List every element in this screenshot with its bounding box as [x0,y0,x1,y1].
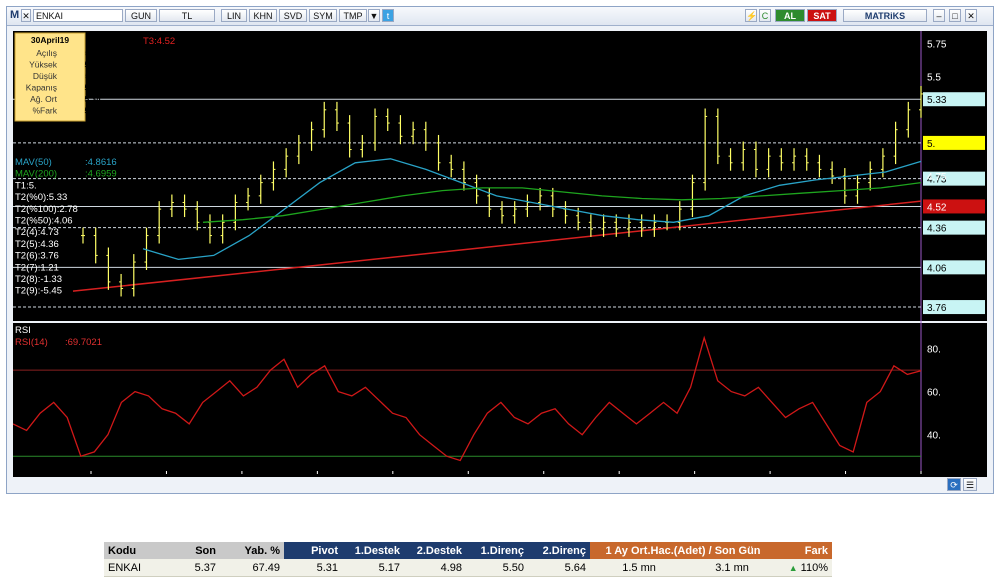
indicator-label: T2(7):1.21 [15,262,59,273]
indicator-value: :4.6959 [85,169,117,180]
rsi-tick-label: 80. [927,345,941,356]
brand-logo: MATRiKS [843,9,927,22]
cell-fark: ▲ 110% [776,559,832,577]
lightning-icon[interactable]: ⚡ [745,9,757,22]
level-label: 4.36 [927,224,947,235]
period-button[interactable]: GUN [125,9,157,22]
indicator-label: T2(%50):4.06 [15,216,73,227]
header-kodu: Kodu [104,542,168,559]
refresh-icon[interactable]: C [759,9,771,22]
cell-yab: 67.49 [220,559,284,577]
sell-button[interactable]: SAT [807,9,837,22]
cell-destek2: 4.98 [404,559,466,577]
indicator-label: MAV(200) [15,169,57,180]
indicator-value: :4.8616 [85,157,117,168]
header-destek2: 2.Destek [404,542,466,559]
dropdown-arrow-icon[interactable]: ▼ [368,9,380,22]
chart-area: 5.335.4.734.524.364.063.765.755.54.75MAV… [13,31,987,479]
maximize-icon[interactable]: □ [949,9,961,22]
symbol-input[interactable]: ENKAI [33,9,123,22]
cell-direnc2: 5.64 [528,559,590,577]
info-box-label: Kapanış [26,83,57,93]
header-yab: Yab. % [220,542,284,559]
scroll-icon[interactable]: ⟳ [947,478,961,491]
currency-button[interactable]: TL [159,9,215,22]
cell-son: 5.37 [168,559,220,577]
cell-last-volume: 3.1 mn [688,559,776,577]
level-label: 3.76 [927,303,947,314]
info-box-value: 5.44 [84,60,101,70]
price-tick-label: 4.75 [927,172,947,183]
lin-button[interactable]: LIN [221,9,247,22]
price-panel-bg [13,31,921,321]
indicator-label: T2(%100):2.78 [15,204,78,215]
chart-settings-icon[interactable]: ☰ [963,478,977,491]
buy-button[interactable]: AL [775,9,805,22]
rsi-series-label: RSI(14) [15,337,48,348]
cell-pivot: 5.31 [284,559,342,577]
minimize-icon[interactable]: – [933,9,945,22]
header-destek1: 1.Destek [342,542,404,559]
level-label: 4.52 [927,202,947,213]
indicator-label: T2(5):4.36 [15,239,59,250]
info-box-value: 5.37 [84,83,101,93]
cell-fark-value: 110% [800,561,828,574]
svd-button[interactable]: SVD [279,9,307,22]
app-logo[interactable]: M [10,9,19,22]
indicator-label: T2(%0):5.33 [15,192,67,203]
cell-avg-volume: 1.5 mn [590,559,689,577]
info-box-value: 5.34 [84,94,101,104]
sym-button[interactable]: SYM [309,9,337,22]
header-direnc1: 1.Direnç [466,542,528,559]
header-direnc2: 2.Direnç [528,542,590,559]
table-row[interactable]: ENKAI 5.37 67.49 5.31 5.17 4.98 5.50 5.6… [104,559,832,577]
level-label: 5.33 [927,95,947,106]
close-window-icon[interactable]: ✕ [965,9,977,22]
level-label: 5. [927,139,935,150]
tmp-button[interactable]: TMP [339,9,367,22]
rsi-series-value: :69.7021 [65,337,102,348]
close-symbol-icon[interactable]: ✕ [21,9,31,22]
info-box-label: Düşük [33,71,58,81]
cell-destek1: 5.17 [342,559,404,577]
indicator-label: T2(6):3.76 [15,251,59,262]
summary-table: Kodu Son Yab. % Pivot 1.Destek 2.Destek … [104,542,832,577]
indicator-label: T2(9):-5.45 [15,286,62,297]
indicator-label: T1:5. [15,180,37,191]
toolbar: M ✕ ENKAI GUN TL LIN KHN SVD SYM TMP ▼ t… [7,7,993,26]
info-box-value: 5.11 [85,48,101,58]
rsi-title: RSI [15,325,31,336]
header-volume: 1 Ay Ort.Hac.(Adet) / Son Gün [590,542,776,559]
price-tick-label: 5.75 [927,40,947,51]
twitter-icon[interactable]: t [382,9,394,22]
rsi-tick-label: 40. [927,431,941,442]
info-box-label: Açılış [36,48,57,58]
chart-window: M ✕ ENKAI GUN TL LIN KHN SVD SYM TMP ▼ t… [6,6,994,494]
cell-kodu: ENKAI [104,559,168,577]
indicator-label: T2(4):4.73 [15,227,59,238]
price-tick-label: 5.5 [927,73,941,84]
header-pivot: Pivot [284,542,342,559]
info-box-label: %Fark [32,106,57,116]
info-box-date: 30April19 [31,35,70,45]
info-box-label: Yüksek [29,60,58,70]
header-son: Son [168,542,220,559]
info-box-value: 5.29 [84,106,101,116]
bottom-bar: ⟳ ☰ [7,477,993,493]
header-fark: Fark [776,542,832,559]
info-box-value: 5.11 [85,71,101,81]
level-label: 4.06 [927,263,947,274]
info-box-label: Ağ. Ort [30,94,58,104]
cell-direnc1: 5.50 [466,559,528,577]
arrow-up-icon: ▲ [788,562,798,573]
indicator-label: MAV(50) [15,157,52,168]
t3-label: T3:4.52 [143,36,175,47]
indicator-label: T2(8):-1.33 [15,274,62,285]
rsi-tick-label: 60. [927,388,941,399]
khn-button[interactable]: KHN [249,9,277,22]
